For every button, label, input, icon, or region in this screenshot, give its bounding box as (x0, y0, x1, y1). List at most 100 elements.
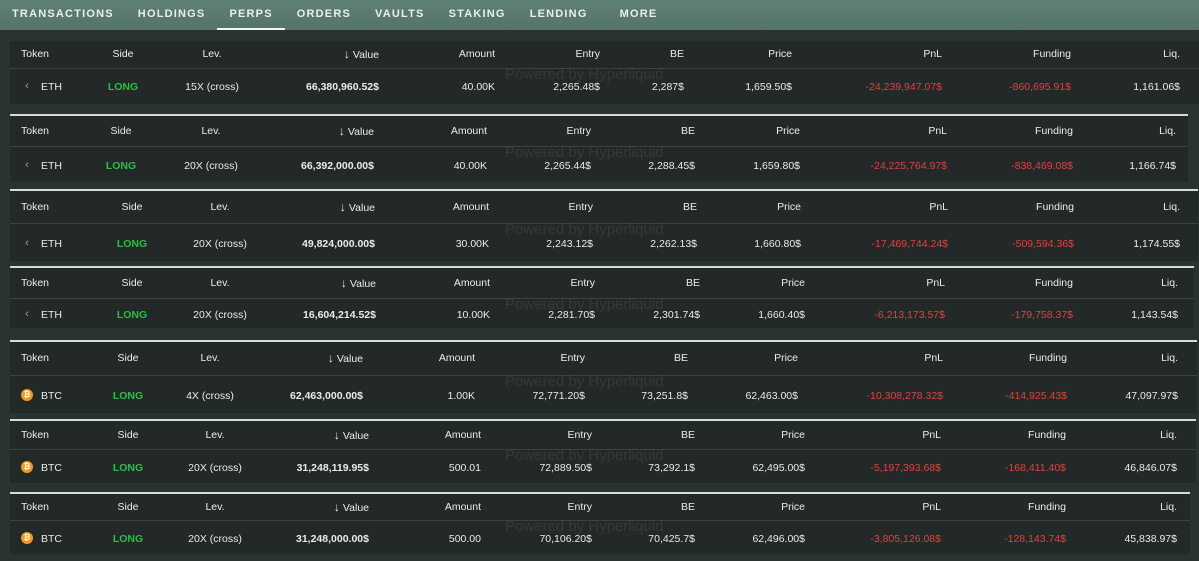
cell-liq: 1,166.74$ (1129, 160, 1176, 172)
column-header-price: Price (645, 268, 805, 298)
table-header: Token Side Lev. ↓ Value Amount Entry BE Price PnL… (10, 268, 1194, 299)
table-row[interactable]: ₿ BTC LONG 20X (cross) 31,248,000.00$ 500.00 7… (10, 521, 1190, 554)
tab-lending[interactable]: LENDING (518, 0, 600, 30)
position-card: Token Side Lev. ↓ Value Amount Entry BE Price PnL… (10, 114, 1188, 182)
column-header-label: Side (117, 501, 139, 513)
column-header-label: Liq. (1161, 352, 1178, 364)
cell-side: LONG (112, 390, 144, 402)
column-header-side: Side (81, 116, 161, 146)
column-header-label: Side (121, 201, 143, 213)
table-header: Token Side Lev. ↓ Value Amount Entry BE Price PnL… (10, 116, 1188, 147)
cell-side: LONG (112, 533, 144, 545)
column-header-liq: Liq. (1017, 421, 1177, 449)
column-header-side: Side (83, 41, 163, 68)
cell-price: 1,660.40$ (758, 309, 805, 321)
column-header-label: Side (121, 277, 143, 289)
table-row[interactable]: ₿ BTC LONG 4X (cross) 62,463,000.00$ 1.00K 72,… (10, 376, 1197, 413)
column-header-label: Liq. (1160, 429, 1177, 441)
cell-liq: 47,097.97$ (1125, 390, 1178, 402)
tab-more[interactable]: MORE (608, 0, 670, 30)
position-card: Token Side Lev. ↓ Value Amount Entry BE Price PnL… (10, 492, 1190, 554)
cell-token: ₿ BTC (21, 521, 62, 554)
column-header-label: Side (117, 352, 139, 364)
column-header-label: Token (21, 501, 50, 513)
btc-icon: ₿ (21, 532, 33, 545)
position-card: Token Side Lev. ↓ Value Amount Entry BE Price PnL… (10, 189, 1198, 261)
column-header-label: Side (117, 429, 139, 441)
column-header-token: Token (21, 268, 49, 298)
column-header-label: Side (112, 48, 134, 60)
table-row[interactable]: ‹ ETH LONG 20X (cross) 49,824,000.00$ 30.00K 2… (10, 224, 1198, 261)
table-row[interactable]: ‹ ETH LONG 15X (cross) 66,380,960.52$ 40.00K 2… (10, 69, 1199, 104)
column-header-label: Liq. (1161, 277, 1178, 289)
btc-icon: ₿ (21, 461, 33, 474)
tab-staking[interactable]: STAKING (437, 0, 518, 30)
column-header-label: Token (21, 201, 50, 213)
cell-liq: 1,161.06$ (1133, 81, 1180, 93)
table-header: Token Side Lev. ↓ Value Amount Entry BE Price PnL… (10, 342, 1197, 376)
cell-price: 1,659.50$ (745, 81, 792, 93)
column-header-label: Token (21, 48, 50, 60)
column-header-label: Side (110, 125, 132, 137)
column-header-token: Token (21, 342, 49, 375)
column-header-side: Side (88, 421, 168, 449)
cell-side: LONG (116, 309, 148, 321)
cell-price: 1,660.80$ (754, 238, 801, 250)
eth-icon: ‹ (25, 308, 29, 321)
cell-liq: 1,143.54$ (1131, 309, 1178, 321)
token-symbol: ETH (41, 309, 62, 321)
eth-icon: ‹ (25, 159, 29, 172)
table-header: Token Side Lev. ↓ Value Amount Entry BE Price PnL… (10, 41, 1199, 69)
token-symbol: ETH (41, 238, 62, 250)
token-symbol: BTC (41, 462, 62, 474)
position-card: Token Side Lev. ↓ Value Amount Entry BE Price PnL… (10, 419, 1196, 483)
cell-token: ‹ ETH (21, 299, 62, 328)
table-row[interactable]: ₿ BTC LONG 20X (cross) 31,248,119.95$ 500.01 7… (10, 450, 1196, 483)
token-symbol: BTC (41, 390, 62, 402)
position-card: Token Side Lev. ↓ Value Amount Entry BE Price PnL… (10, 340, 1197, 413)
column-header-side: Side (92, 268, 172, 298)
cell-liq: 45,838.97$ (1124, 533, 1177, 545)
column-header-label: Token (21, 429, 50, 441)
tab-perps[interactable]: PERPS (217, 0, 286, 30)
column-header-token: Token (21, 116, 49, 146)
column-header-token: Token (21, 191, 49, 223)
column-header-side: Side (88, 342, 168, 375)
column-header-liq: Liq. (1017, 494, 1177, 520)
cell-side: LONG (116, 238, 148, 250)
column-header-label: Token (21, 277, 50, 289)
cell-side: LONG (105, 160, 137, 172)
column-header-label: Liq. (1163, 48, 1180, 60)
cell-token: ‹ ETH (21, 69, 62, 104)
table-row[interactable]: ‹ ETH LONG 20X (cross) 66,392,000.00$ 40.00K 2… (10, 147, 1188, 182)
token-symbol: BTC (41, 533, 62, 545)
cell-side: LONG (112, 462, 144, 474)
column-header-side: Side (88, 494, 168, 520)
tab-holdings[interactable]: HOLDINGS (126, 0, 218, 30)
tab-vaults[interactable]: VAULTS (363, 0, 437, 30)
column-header-price: Price (638, 342, 798, 375)
column-header-liq: Liq. (1020, 191, 1180, 223)
column-header-label: Liq. (1160, 501, 1177, 513)
table-header: Token Side Lev. ↓ Value Amount Entry BE Price PnL… (10, 421, 1196, 450)
cell-price: 62,463.00$ (745, 390, 798, 402)
column-header-price: Price (632, 41, 792, 68)
cell-side: LONG (107, 81, 139, 93)
table-header: Token Side Lev. ↓ Value Amount Entry BE Price PnL… (10, 494, 1190, 521)
column-header-liq: Liq. (1016, 116, 1176, 146)
column-header-side: Side (92, 191, 172, 223)
cell-token: ‹ ETH (21, 147, 62, 182)
cell-liq: 1,174.55$ (1133, 238, 1180, 250)
token-symbol: ETH (41, 81, 62, 93)
tab-transactions[interactable]: TRANSACTIONS (10, 0, 126, 30)
btc-icon: ₿ (21, 389, 33, 402)
table-row[interactable]: ‹ ETH LONG 20X (cross) 16,604,214.52$ 10.00K 2… (10, 299, 1194, 328)
column-header-liq: Liq. (1018, 268, 1178, 298)
cell-token: ₿ BTC (21, 450, 62, 483)
column-header-liq: Liq. (1020, 41, 1180, 68)
column-header-label: Token (21, 352, 50, 364)
column-header-price: Price (641, 191, 801, 223)
column-header-liq: Liq. (1018, 342, 1178, 375)
tab-orders[interactable]: ORDERS (285, 0, 363, 30)
position-card: Token Side Lev. ↓ Value Amount Entry BE Price PnL… (10, 266, 1194, 328)
